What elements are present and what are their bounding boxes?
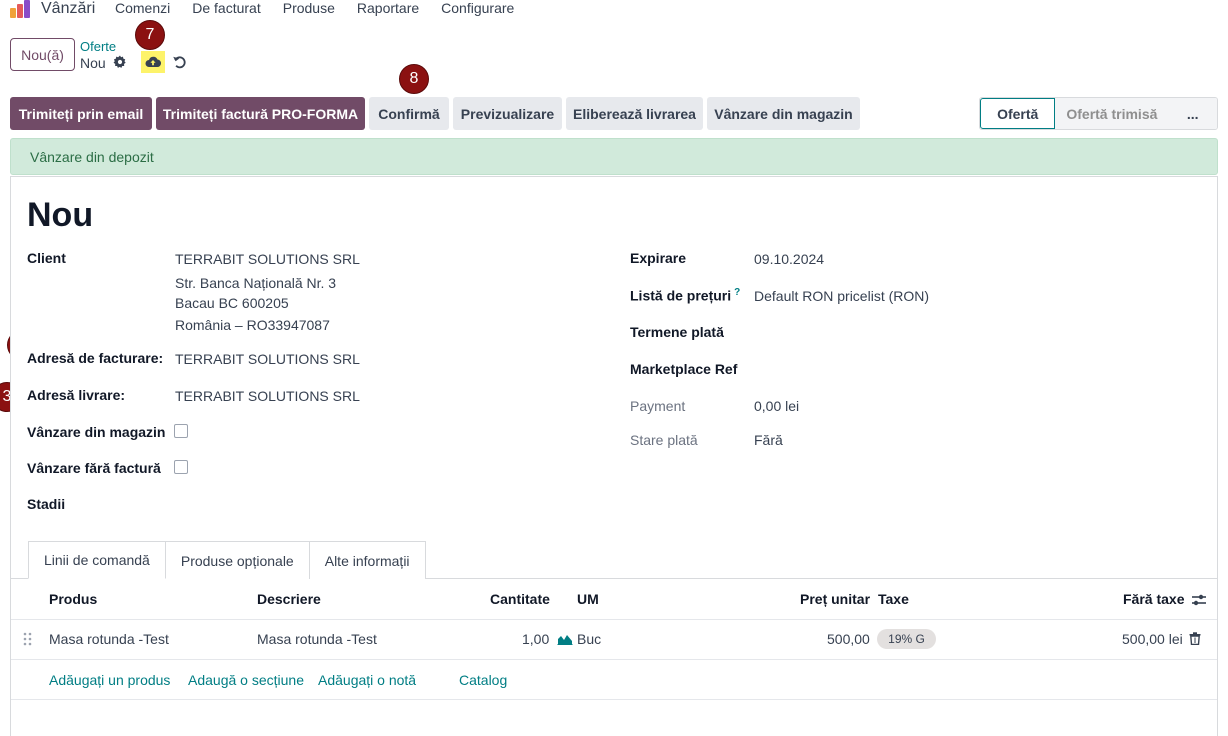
col-taxes[interactable]: Taxe — [878, 591, 909, 607]
tax-badge[interactable]: 19% G — [877, 629, 936, 649]
tab-optional-products[interactable]: Produse opționale — [164, 541, 310, 579]
status-bar: Ofertă Ofertă trimisă ... — [979, 97, 1218, 130]
marker-7: 7 — [135, 20, 165, 50]
add-product-link[interactable]: Adăugați un produs — [49, 672, 170, 688]
col-product[interactable]: Produs — [49, 591, 97, 607]
delivery-address-label: Adresă livrare: — [27, 387, 126, 403]
stages-label: Stadii — [27, 496, 66, 512]
drag-handle-icon[interactable] — [23, 632, 32, 646]
col-description[interactable]: Descriere — [257, 591, 321, 607]
client-address-line: România – RO33947087 — [175, 317, 330, 333]
cell-unit-price[interactable]: 500,00 — [827, 631, 870, 647]
preview-button[interactable]: Previzualizare — [453, 97, 562, 130]
record-title: Nou — [27, 196, 94, 234]
shop-sale-label: Vânzare din magazin — [27, 424, 166, 440]
table-row-divider — [11, 659, 1217, 660]
table-header-divider — [11, 619, 1217, 620]
payment-state-value: Fără — [754, 432, 783, 448]
menu-de-facturat[interactable]: De facturat — [192, 0, 260, 16]
pricelist-label: Listă de prețuri? — [630, 287, 741, 304]
notebook-tabs: Linii de comandă Produse opționale Alte … — [28, 541, 426, 579]
release-delivery-button[interactable]: Eliberează livrarea — [566, 97, 703, 130]
discard-changes-icon[interactable] — [172, 54, 188, 70]
marketplace-ref-label: Marketplace Ref — [630, 361, 738, 377]
breadcrumb-current: Nou — [80, 55, 106, 71]
menu-produse[interactable]: Produse — [283, 0, 335, 16]
new-record-button[interactable]: Nou(ă) — [10, 38, 75, 71]
status-more[interactable]: ... — [1168, 98, 1217, 129]
column-settings-icon[interactable] — [1191, 593, 1207, 607]
save-cloud-icon[interactable] — [141, 51, 165, 73]
cell-subtotal: 500,00 lei — [1122, 631, 1183, 647]
send-proforma-button[interactable]: Trimiteți factură PRO-FORMA — [156, 97, 365, 130]
payment-value: 0,00 lei — [754, 398, 800, 414]
catalog-link[interactable]: Catalog — [459, 672, 507, 688]
client-label: Client — [27, 250, 66, 266]
cell-description[interactable]: Masa rotunda -Test — [257, 631, 377, 647]
client-address-line: Str. Banca Națională Nr. 3 — [175, 275, 337, 291]
gear-icon[interactable] — [113, 55, 127, 69]
send-email-button[interactable]: Trimiteți prin email — [10, 97, 152, 130]
payment-state-label: Stare plată — [630, 432, 698, 448]
menu-raportare[interactable]: Raportare — [357, 0, 419, 16]
app-name[interactable]: Vânzări — [41, 0, 95, 18]
shop-sale-button[interactable]: Vânzare din magazin — [707, 97, 860, 130]
breadcrumb-parent[interactable]: Oferte — [80, 39, 116, 54]
no-invoice-checkbox[interactable] — [174, 460, 188, 474]
col-subtotal[interactable]: Fără taxe — [1123, 591, 1184, 607]
pricelist-field[interactable]: Default RON pricelist (RON) — [754, 288, 929, 304]
warehouse-alert: Vânzare din depozit — [10, 138, 1218, 175]
tab-other-info[interactable]: Alte informații — [308, 541, 426, 579]
top-navbar: Vânzări Comenzi De facturat Produse Rapo… — [0, 0, 1228, 22]
menu-comenzi[interactable]: Comenzi — [115, 0, 170, 16]
invoice-address-field[interactable]: TERRABIT SOLUTIONS SRL — [175, 351, 360, 367]
confirm-button[interactable]: Confirmă — [369, 97, 449, 130]
marker-8: 8 — [399, 64, 429, 94]
client-address-line: Bacau BC 600205 — [175, 295, 289, 311]
main-menu: Comenzi De facturat Produse Raportare Co… — [115, 0, 536, 16]
delivery-address-field[interactable]: TERRABIT SOLUTIONS SRL — [175, 388, 360, 404]
tab-order-lines[interactable]: Linii de comandă — [28, 541, 166, 579]
client-name[interactable]: TERRABIT SOLUTIONS SRL — [175, 251, 360, 267]
expiry-label: Expirare — [630, 250, 687, 266]
invoice-address-label: Adresă de facturare: — [27, 350, 164, 366]
status-quotation[interactable]: Ofertă — [980, 98, 1056, 129]
expiry-field[interactable]: 09.10.2024 — [754, 251, 824, 267]
payment-label: Payment — [630, 398, 686, 414]
table-footer-divider — [11, 699, 1217, 700]
add-section-link[interactable]: Adaugă o secțiune — [188, 672, 304, 688]
col-unit-price[interactable]: Preț unitar — [800, 591, 870, 607]
help-tooltip-icon[interactable]: ? — [734, 287, 740, 298]
status-quotation-sent[interactable]: Ofertă trimisă — [1055, 98, 1169, 129]
menu-configurare[interactable]: Configurare — [441, 0, 514, 16]
trash-icon[interactable] — [1189, 632, 1201, 645]
sales-app-icon[interactable] — [10, 0, 32, 18]
no-invoice-label: Vânzare fără factură — [27, 460, 161, 476]
cell-quantity[interactable]: 1,00 — [522, 631, 549, 647]
add-note-link[interactable]: Adăugați o notă — [318, 672, 416, 688]
payment-terms-label: Termene plată — [630, 324, 724, 340]
col-quantity[interactable]: Cantitate — [490, 591, 550, 607]
forecast-chart-icon[interactable] — [557, 632, 573, 645]
cell-uom[interactable]: Buc — [577, 631, 601, 647]
cell-product[interactable]: Masa rotunda -Test — [49, 631, 169, 647]
shop-sale-checkbox[interactable] — [174, 424, 188, 438]
col-uom[interactable]: UM — [577, 591, 599, 607]
